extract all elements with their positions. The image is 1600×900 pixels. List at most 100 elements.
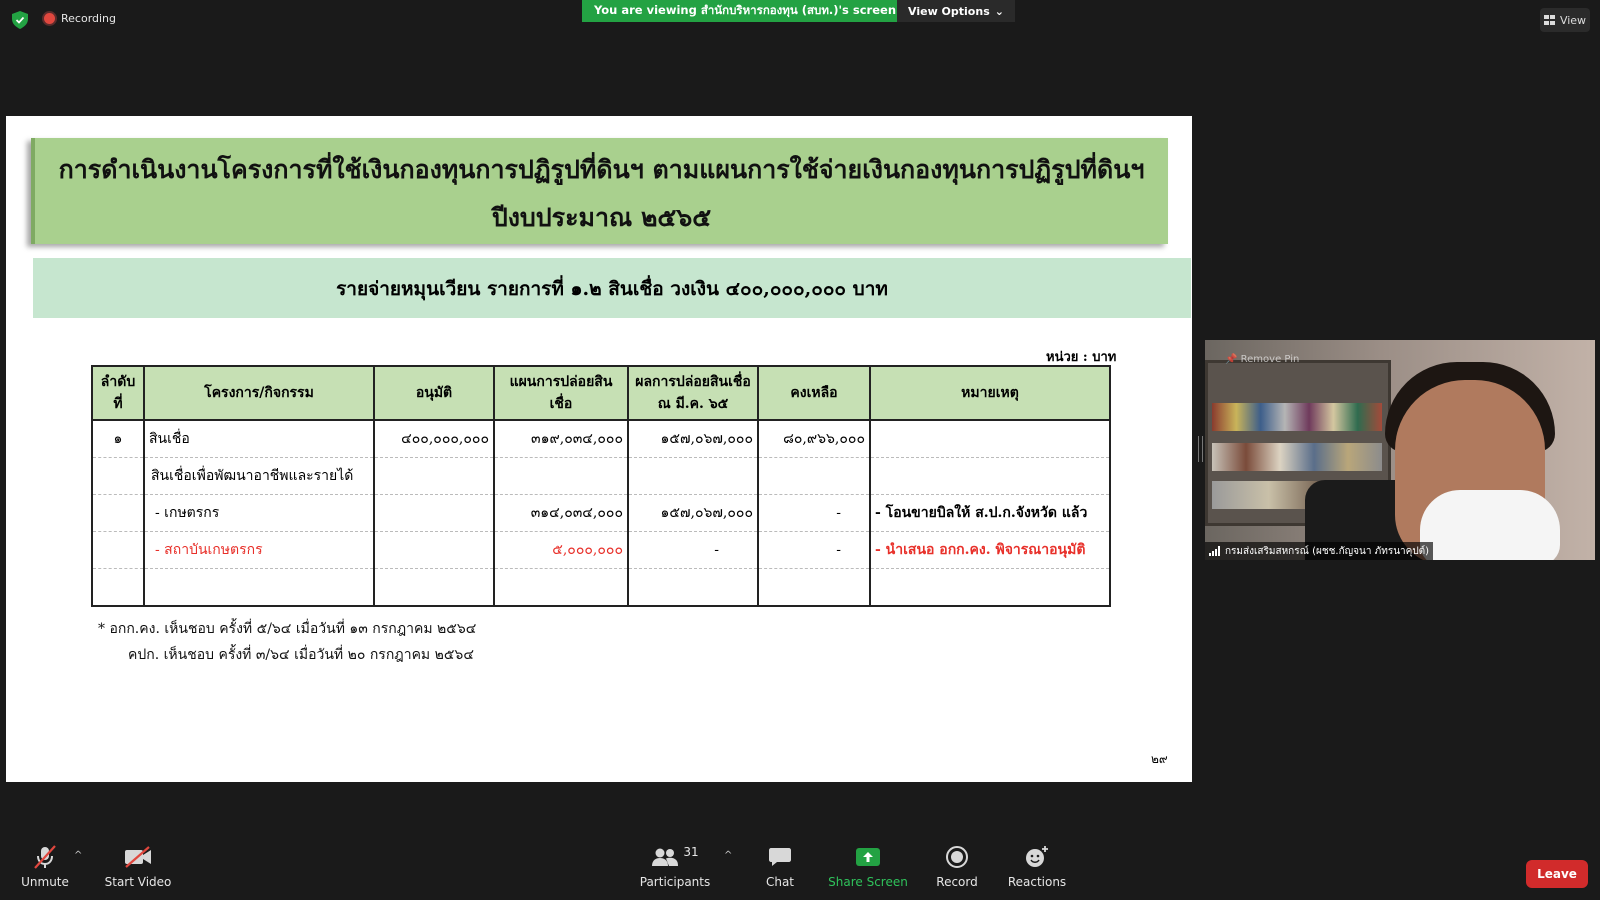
table-header-row: ลำดับที่ โครงการ/กิจกรรม อนุมัติ แผนการป… [91,365,1111,421]
cell: - [757,494,871,532]
slide-title-box: การดำเนินงานโครงการที่ใช้เงินกองทุนการปฏ… [31,138,1168,244]
security-shield-icon[interactable] [12,11,28,29]
pin-icon: 📌 [1225,354,1238,365]
participant-video-tile[interactable]: 📌 Remove Pin กรมส่งเสริมสหกรณ์ (ผชช.กัญจ… [1205,340,1595,560]
start-video-label: Start Video [104,875,172,889]
video-mask [1420,490,1560,560]
cell: ๘๐,๙๖๖,๐๐๐ [757,420,871,458]
budget-table: ลำดับที่ โครงการ/กิจกรรม อนุมัติ แผนการป… [91,365,1111,607]
unmute-label: Unmute [21,875,69,889]
recording-indicator[interactable]: Recording [44,12,116,25]
cell [869,420,1111,458]
remove-pin-label: Remove Pin [1240,354,1300,365]
cell: สินเชื่อ [143,420,375,458]
cell: ๓๑๔,๐๓๔,๐๐๐ [493,494,629,532]
page-number: ๒๙ [1151,752,1168,766]
cell: - สถาบันเกษตรกร [143,531,375,569]
cell: - [627,531,759,569]
cell [627,457,759,495]
grid-icon [1543,15,1555,25]
cell: สินเชื่อเพื่อพัฒนาอาชีพและรายได้ [143,457,375,495]
cell [91,494,145,532]
cell: ๑๕๗,๐๖๗,๐๐๐ [627,420,759,458]
viewing-banner: You are viewing สำนักบริหารกองทุน (สบท.)… [582,0,909,22]
cell [373,457,495,495]
signal-bars-icon [1209,546,1220,556]
cell [143,568,375,607]
chat-button[interactable]: Chat [735,836,825,900]
recording-label: Recording [61,12,117,25]
table-row: สินเชื่อเพื่อพัฒนาอาชีพและรายได้ [91,457,1111,495]
header-no: ลำดับที่ [91,365,145,421]
record-label: Record [936,875,978,889]
cell: ๕,๐๐๐,๐๐๐ [493,531,629,569]
header-remarks: หมายเหตุ [869,365,1111,421]
participants-options-caret-icon[interactable]: ^ [724,850,732,861]
header-loan-result: ผลการปล่อยสินเชื่อ ณ มี.ค. ๖๕ [627,365,759,421]
cell [869,457,1111,495]
camera-off-icon [125,846,151,868]
cell: - เกษตรกร [143,494,375,532]
shared-screen-slide: การดำเนินงานโครงการที่ใช้เงินกองทุนการปฏ… [6,116,1192,782]
cell [373,494,495,532]
chat-bubble-icon [769,848,791,866]
table-row: - เกษตรกร ๓๑๔,๐๓๔,๐๐๐ ๑๕๗,๐๖๗,๐๐๐ - - โอ… [91,494,1111,532]
emoji-plus-icon [1026,846,1048,867]
share-screen-icon [856,848,880,866]
cell [757,568,871,607]
view-button[interactable]: View [1540,8,1590,32]
participant-name-tag: กรมส่งเสริมสหกรณ์ (ผชช.กัญจนา ภัทรนาคุปต… [1205,542,1434,560]
header-project: โครงการ/กิจกรรม [143,365,375,421]
participant-name: กรมส่งเสริมสหกรณ์ (ผชช.กัญจนา ภัทรนาคุปต… [1225,545,1430,557]
cell: - โอนขายบิลให้ ส.ป.ก.จังหวัด แล้ว [869,494,1111,532]
participants-count: 31 [683,845,699,859]
recording-dot-icon [44,13,55,24]
meeting-toolbar: Unmute ^ Start Video 31 Participants ^ C… [0,836,1600,900]
cell [91,531,145,569]
slide-subtitle: รายจ่ายหมุนเวียน รายการที่ ๑.๒ สินเชื่อ … [336,278,888,300]
cell [493,457,629,495]
table-row: ๑ สินเชื่อ ๔๐๐,๐๐๐,๐๐๐ ๓๑๙,๐๓๔,๐๐๐ ๑๕๗,๐… [91,420,1111,458]
cell [493,568,629,607]
share-screen-label: Share Screen [828,875,908,889]
cell [869,568,1111,607]
cell: ๑๕๗,๐๖๗,๐๐๐ [627,494,759,532]
cell [91,568,145,607]
chevron-down-icon: ⌄ [994,4,1004,18]
audio-options-caret-icon[interactable]: ^ [74,850,82,861]
leave-button[interactable]: Leave [1526,860,1588,888]
footnote-1: * อกก.คง. เห็นชอบ ครั้งที่ ๕/๖๔ เมื่อวัน… [98,621,477,637]
participants-button[interactable]: 31 Participants [630,836,720,900]
microphone-muted-icon [34,845,56,869]
remove-pin-button[interactable]: 📌 Remove Pin [1225,354,1299,365]
cell [373,568,495,607]
unit-label: หน่วย : บาท [1046,350,1117,365]
view-options-button[interactable]: View Options ⌄ [897,0,1015,22]
start-video-button[interactable]: Start Video [93,836,183,900]
table-row [91,568,1111,607]
slide-subtitle-box: รายจ่ายหมุนเวียน รายการที่ ๑.๒ สินเชื่อ … [33,258,1191,318]
unmute-button[interactable]: Unmute [0,836,90,900]
record-button[interactable]: Record [912,836,1002,900]
header-approved: อนุมัติ [373,365,495,421]
cell: ๔๐๐,๐๐๐,๐๐๐ [373,420,495,458]
share-screen-button[interactable]: Share Screen [823,836,913,900]
header-loan-plan: แผนการปล่อยสินเชื่อ [493,365,629,421]
cell: ๓๑๙,๐๓๔,๐๐๐ [493,420,629,458]
slide-title-line2: ปีงบประมาณ ๒๕๖๕ [491,203,712,232]
cell [627,568,759,607]
cell [757,457,871,495]
slide-title-line1: การดำเนินงานโครงการที่ใช้เงินกองทุนการปฏ… [58,155,1145,184]
panel-resize-handle[interactable] [1198,436,1203,462]
record-icon [946,846,968,868]
cell: - นำเสนอ อกก.คง. พิจารณาอนุมัติ [869,531,1111,569]
top-bar: Recording You are viewing สำนักบริหารกอง… [0,0,1600,40]
reactions-button[interactable]: Reactions [992,836,1082,900]
header-remaining: คงเหลือ [757,365,871,421]
cell: ๑ [91,420,145,458]
view-label: View [1559,13,1587,27]
cell [91,457,145,495]
view-options-label: View Options [908,4,990,18]
reactions-label: Reactions [1007,875,1067,889]
participants-label: Participants [639,875,711,889]
